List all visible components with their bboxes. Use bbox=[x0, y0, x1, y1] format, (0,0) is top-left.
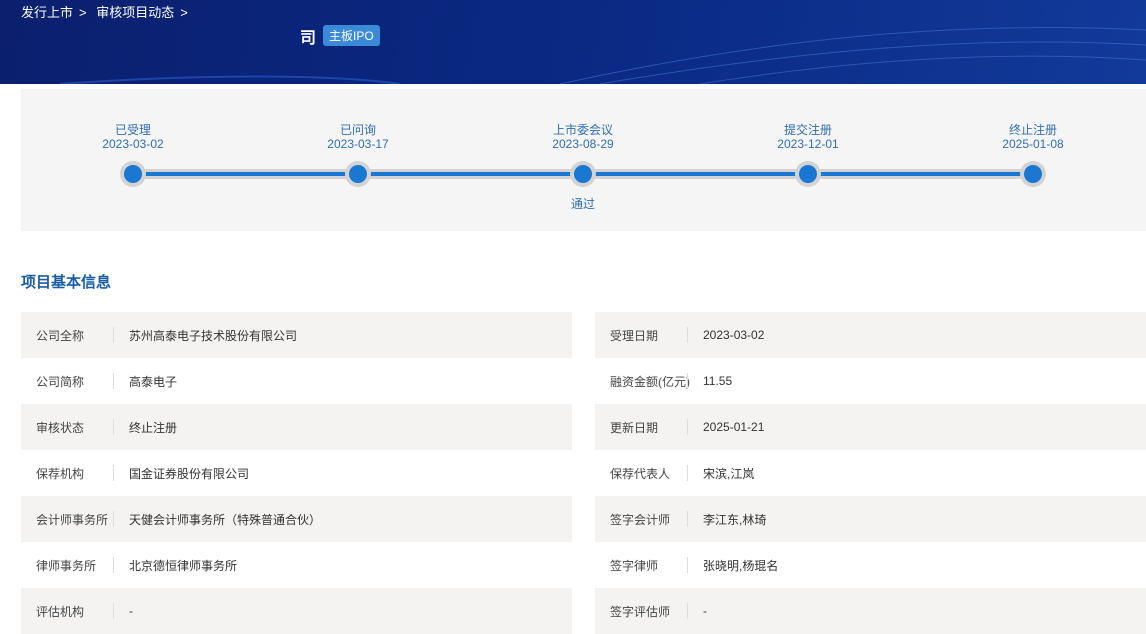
breadcrumb-item[interactable]: 审核项目动态 bbox=[96, 5, 174, 20]
info-row: 律师事务所 北京德恒律师事务所 bbox=[21, 542, 572, 588]
info-value: 2023-03-02 bbox=[703, 328, 765, 342]
info-value: 11.55 bbox=[703, 374, 733, 388]
info-row: 签字评估师 - bbox=[595, 588, 1146, 634]
info-label: 融资金额(亿元) bbox=[610, 374, 690, 389]
step-date: 2023-03-17 bbox=[327, 137, 389, 151]
section-title: 项目基本信息 bbox=[21, 274, 112, 291]
board-badge: 主板IPO bbox=[323, 25, 380, 46]
timeline-step: 上市委会议 2023-08-29 bbox=[523, 123, 643, 151]
info-label: 签字评估师 bbox=[610, 604, 671, 619]
info-label: 评估机构 bbox=[36, 604, 85, 619]
info-label: 公司简称 bbox=[36, 374, 85, 389]
page-title: 司 bbox=[300, 30, 317, 47]
info-label: 签字会计师 bbox=[610, 512, 671, 527]
page-header-banner: 发行上市 > 审核项目动态 > 司 主板IPO bbox=[0, 0, 1146, 84]
breadcrumb: 发行上市 > 审核项目动态 > bbox=[21, 2, 194, 21]
timeline-step: 终止注册 2025-01-08 bbox=[973, 123, 1093, 151]
info-row: 会计师事务所 天健会计师事务所（特殊普通合伙） bbox=[21, 496, 572, 542]
chevron-right-icon: > bbox=[180, 5, 188, 20]
info-value: 李江东,林琦 bbox=[703, 512, 767, 527]
info-row: 融资金额(亿元) 11.55 bbox=[595, 358, 1146, 404]
info-value: 终止注册 bbox=[129, 420, 178, 435]
info-label: 签字律师 bbox=[610, 558, 659, 573]
info-row: 公司全称 苏州高泰电子技术股份有限公司 bbox=[21, 312, 572, 358]
step-node-icon bbox=[120, 161, 146, 187]
step-label: 提交注册 bbox=[783, 123, 832, 137]
step-date: 2023-12-01 bbox=[777, 137, 839, 151]
info-value: 高泰电子 bbox=[129, 374, 178, 389]
step-date: 2023-08-29 bbox=[552, 137, 614, 151]
step-node-icon bbox=[1020, 161, 1046, 187]
info-row: 签字律师 张晓明,杨琨名 bbox=[595, 542, 1146, 588]
timeline-step: 已受理 2023-03-02 bbox=[73, 123, 193, 151]
info-label: 律师事务所 bbox=[36, 558, 97, 573]
info-row: 保荐代表人 宋滨,江岚 bbox=[595, 450, 1146, 496]
info-row: 更新日期 2025-01-21 bbox=[595, 404, 1146, 450]
info-value: 天健会计师事务所（特殊普通合伙） bbox=[129, 512, 322, 527]
timeline-step: 提交注册 2023-12-01 bbox=[748, 123, 868, 151]
step-label: 已问询 bbox=[339, 123, 376, 137]
info-row: 公司简称 高泰电子 bbox=[21, 358, 572, 404]
step-label: 上市委会议 bbox=[552, 123, 613, 137]
breadcrumb-item[interactable]: 发行上市 bbox=[21, 5, 73, 20]
info-label: 受理日期 bbox=[610, 328, 659, 343]
info-value: - bbox=[703, 604, 707, 618]
step-node-icon bbox=[345, 161, 371, 187]
info-row: 审核状态 终止注册 bbox=[21, 404, 572, 450]
info-label: 保荐机构 bbox=[36, 466, 85, 481]
info-value: 国金证券股份有限公司 bbox=[129, 466, 250, 481]
info-label: 更新日期 bbox=[610, 420, 659, 435]
info-value: 宋滨,江岚 bbox=[703, 466, 755, 481]
info-value: 苏州高泰电子技术股份有限公司 bbox=[129, 328, 298, 343]
step-label: 已受理 bbox=[114, 123, 151, 137]
info-row: 签字会计师 李江东,林琦 bbox=[595, 496, 1146, 542]
step-node-icon bbox=[570, 161, 596, 187]
info-row: 受理日期 2023-03-02 bbox=[595, 312, 1146, 358]
info-value: - bbox=[129, 604, 133, 618]
info-row: 评估机构 - bbox=[21, 588, 572, 634]
info-label: 保荐代表人 bbox=[610, 466, 671, 481]
info-label: 会计师事务所 bbox=[36, 512, 109, 527]
step-date: 2023-03-02 bbox=[102, 137, 164, 151]
step-note: 通过 bbox=[570, 197, 595, 211]
chevron-right-icon: > bbox=[79, 5, 87, 20]
info-label: 公司全称 bbox=[36, 328, 85, 343]
progress-timeline: 已受理 2023-03-02 已问询 2023-03-17 上市委会议 2023-08… bbox=[21, 89, 1146, 231]
info-value: 北京德恒律师事务所 bbox=[129, 558, 238, 573]
info-value: 2025-01-21 bbox=[703, 420, 765, 434]
step-date: 2025-01-08 bbox=[1002, 137, 1064, 151]
timeline-step: 已问询 2023-03-17 bbox=[298, 123, 418, 151]
step-label: 终止注册 bbox=[1008, 123, 1057, 137]
info-row: 保荐机构 国金证券股份有限公司 bbox=[21, 450, 572, 496]
step-node-icon bbox=[795, 161, 821, 187]
info-label: 审核状态 bbox=[36, 420, 85, 435]
info-value: 张晓明,杨琨名 bbox=[703, 558, 779, 573]
